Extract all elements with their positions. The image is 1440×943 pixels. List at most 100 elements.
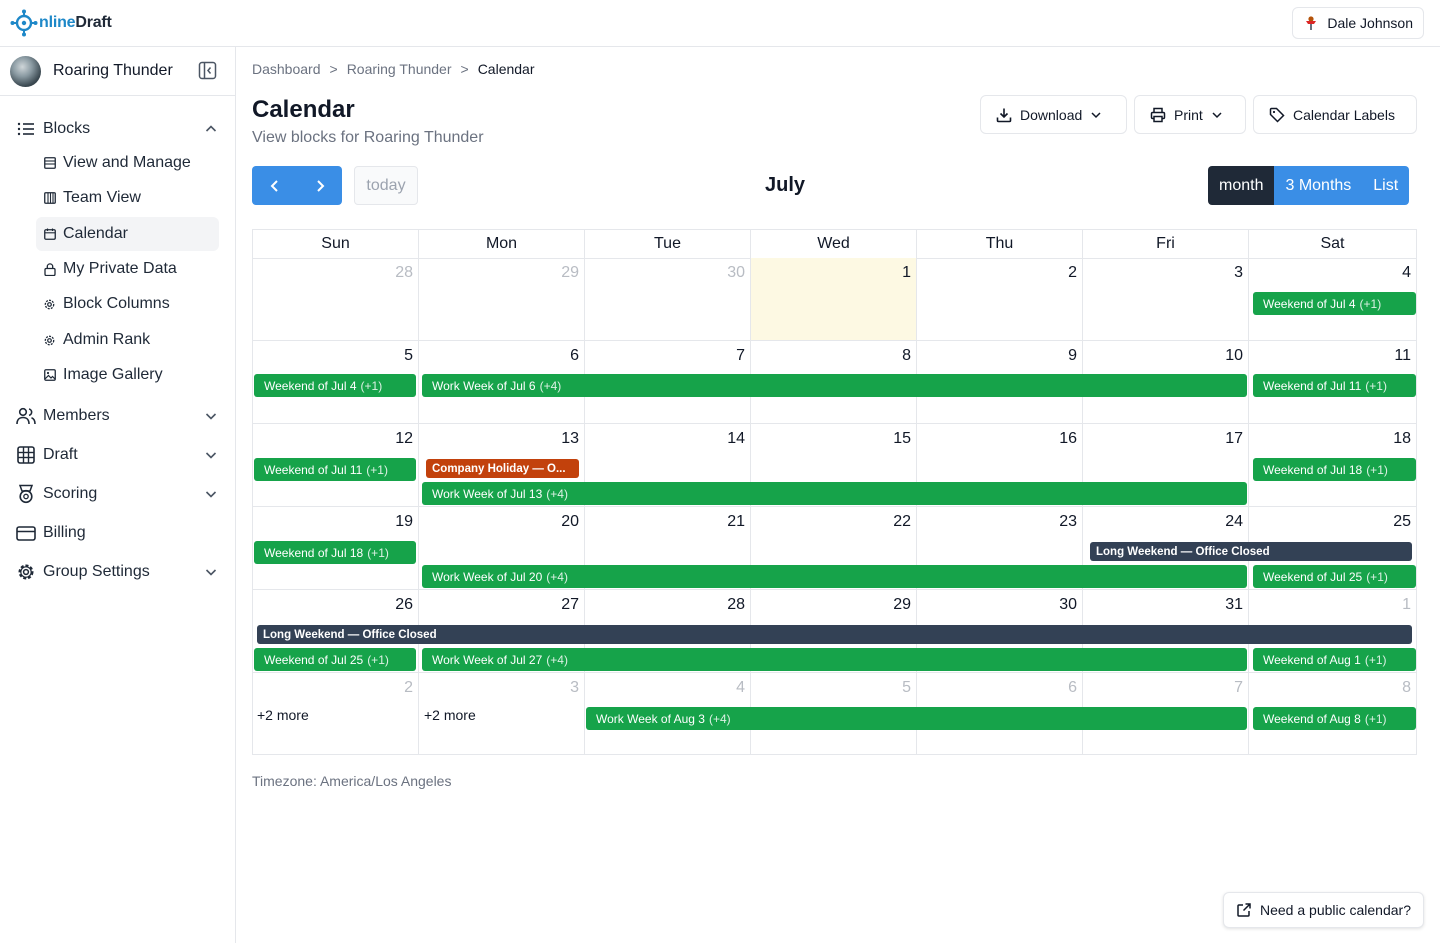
app-logo[interactable]: nlineDraft (10, 9, 112, 37)
nav-my-private-data[interactable]: My Private Data (36, 252, 219, 286)
calendar-event[interactable]: Weekend of Jul 11 (+1) (1253, 374, 1416, 397)
month-title: July (764, 174, 806, 196)
print-button[interactable]: Print (1134, 95, 1246, 134)
calendar-event[interactable]: Work Week of Jul 6 (+4) (422, 374, 1247, 397)
day-number[interactable]: 10 (1225, 347, 1243, 365)
day-number[interactable]: 7 (736, 347, 745, 365)
day-number[interactable]: 1 (1402, 596, 1411, 614)
day-number[interactable]: 6 (570, 347, 579, 365)
day-number[interactable]: 9 (1068, 347, 1077, 365)
next-button[interactable] (297, 166, 342, 205)
nav-scoring[interactable]: Scoring (16, 482, 220, 506)
today-button[interactable]: today (354, 166, 418, 205)
event-extra-days: (+4) (546, 569, 568, 584)
day-number[interactable]: 27 (561, 596, 579, 614)
user-menu-button[interactable]: Dale Johnson (1292, 7, 1424, 39)
day-number[interactable]: 5 (404, 347, 413, 365)
day-number[interactable]: 28 (395, 264, 413, 282)
calendar-event[interactable]: Work Week of Jul 13 (+4) (422, 482, 1247, 505)
view-list-button[interactable]: List (1362, 166, 1410, 205)
day-number[interactable]: 4 (1402, 264, 1411, 282)
day-number[interactable]: 13 (561, 430, 579, 448)
day-number[interactable]: 23 (1059, 513, 1077, 531)
nav-members[interactable]: Members (16, 404, 220, 428)
nav-calendar[interactable]: Calendar (36, 217, 219, 251)
nav-image-gallery[interactable]: Image Gallery (36, 358, 219, 392)
nav-admin-rank[interactable]: Admin Rank (36, 323, 219, 357)
day-cell[interactable]: 28 (253, 258, 419, 341)
day-number[interactable]: 17 (1225, 430, 1243, 448)
nav-billing[interactable]: Billing (16, 521, 220, 545)
day-number[interactable]: 1 (902, 264, 911, 282)
collapse-sidebar-button[interactable] (198, 61, 217, 80)
day-number[interactable]: 6 (1068, 679, 1077, 697)
calendar-event[interactable]: Long Weekend — Office Closed (1090, 542, 1412, 561)
breadcrumb-dashboard[interactable]: Dashboard (252, 61, 321, 77)
nav-block-columns[interactable]: Block Columns (36, 287, 219, 321)
day-number[interactable]: 19 (395, 513, 413, 531)
public-calendar-button[interactable]: Need a public calendar? (1223, 892, 1424, 928)
prev-button[interactable] (252, 166, 297, 205)
nav-draft-label: Draft (43, 446, 78, 463)
view-3-months-button[interactable]: 3 Months (1274, 166, 1363, 205)
day-number[interactable]: 3 (1234, 264, 1243, 282)
calendar-event[interactable]: Weekend of Jul 25 (+1) (254, 648, 416, 671)
calendar-event[interactable]: Work Week of Aug 3 (+4) (586, 707, 1247, 730)
download-button[interactable]: Download (980, 95, 1127, 134)
day-number[interactable]: 14 (727, 430, 745, 448)
calendar-event[interactable]: Company Holiday — O... (426, 459, 579, 478)
day-number[interactable]: 29 (893, 596, 911, 614)
calendar-event[interactable]: Weekend of Jul 4 (+1) (1253, 292, 1416, 315)
more-events-link[interactable]: +2 more (424, 707, 476, 723)
nav-blocks[interactable]: Blocks (16, 117, 220, 141)
calendar-event[interactable]: Weekend of Jul 25 (+1) (1253, 565, 1416, 588)
day-number[interactable]: 30 (727, 264, 745, 282)
day-number[interactable]: 15 (893, 430, 911, 448)
calendar-event[interactable]: Weekend of Aug 8 (+1) (1253, 707, 1416, 730)
day-number[interactable]: 31 (1225, 596, 1243, 614)
day-number[interactable]: 28 (727, 596, 745, 614)
more-events-link[interactable]: +2 more (257, 707, 309, 723)
day-cell-today[interactable]: 1 (751, 258, 917, 341)
day-number[interactable]: 18 (1393, 430, 1411, 448)
day-number[interactable]: 8 (902, 347, 911, 365)
day-number[interactable]: 24 (1225, 513, 1243, 531)
calendar-event[interactable]: Weekend of Jul 18 (+1) (254, 541, 416, 564)
day-number[interactable]: 2 (1068, 264, 1077, 282)
day-number[interactable]: 5 (902, 679, 911, 697)
calendar-event[interactable]: Work Week of Jul 20 (+4) (422, 565, 1247, 588)
nav-group-settings[interactable]: Group Settings (16, 560, 220, 584)
breadcrumb-group[interactable]: Roaring Thunder (347, 61, 452, 77)
view-month-button[interactable]: month (1208, 166, 1275, 205)
day-number[interactable]: 3 (570, 679, 579, 697)
nav-view-and-manage[interactable]: View and Manage (36, 146, 219, 180)
day-number[interactable]: 22 (893, 513, 911, 531)
nav-draft[interactable]: Draft (16, 443, 220, 467)
calendar-event[interactable]: Work Week of Jul 27 (+4) (422, 648, 1247, 671)
day-number[interactable]: 4 (736, 679, 745, 697)
day-number[interactable]: 16 (1059, 430, 1077, 448)
day-number[interactable]: 30 (1059, 596, 1077, 614)
calendar-event[interactable]: Weekend of Jul 11 (+1) (254, 458, 416, 481)
event-extra-days: (+1) (1364, 652, 1387, 667)
calendar-labels-button[interactable]: Calendar Labels (1253, 95, 1417, 134)
day-number[interactable]: 21 (727, 513, 745, 531)
day-number[interactable]: 7 (1234, 679, 1243, 697)
day-number[interactable]: 8 (1402, 679, 1411, 697)
calendar-event[interactable]: Weekend of Jul 18 (+1) (1253, 458, 1416, 481)
day-cell[interactable]: 2 (917, 258, 1083, 341)
day-number[interactable]: 12 (395, 430, 413, 448)
calendar-event[interactable]: Long Weekend — Office Closed (257, 625, 1412, 644)
day-number[interactable]: 26 (395, 596, 413, 614)
day-number[interactable]: 25 (1393, 513, 1411, 531)
day-cell[interactable]: 30 (585, 258, 751, 341)
day-number[interactable]: 29 (561, 264, 579, 282)
day-cell[interactable]: 29 (419, 258, 585, 341)
nav-team-view[interactable]: Team View (36, 181, 219, 215)
day-number[interactable]: 20 (561, 513, 579, 531)
day-number[interactable]: 2 (404, 679, 413, 697)
day-number[interactable]: 11 (1394, 347, 1411, 365)
calendar-event[interactable]: Weekend of Jul 4 (+1) (254, 374, 416, 397)
calendar-event[interactable]: Weekend of Aug 1 (+1) (1253, 648, 1416, 671)
day-cell[interactable]: 3 (1083, 258, 1249, 341)
